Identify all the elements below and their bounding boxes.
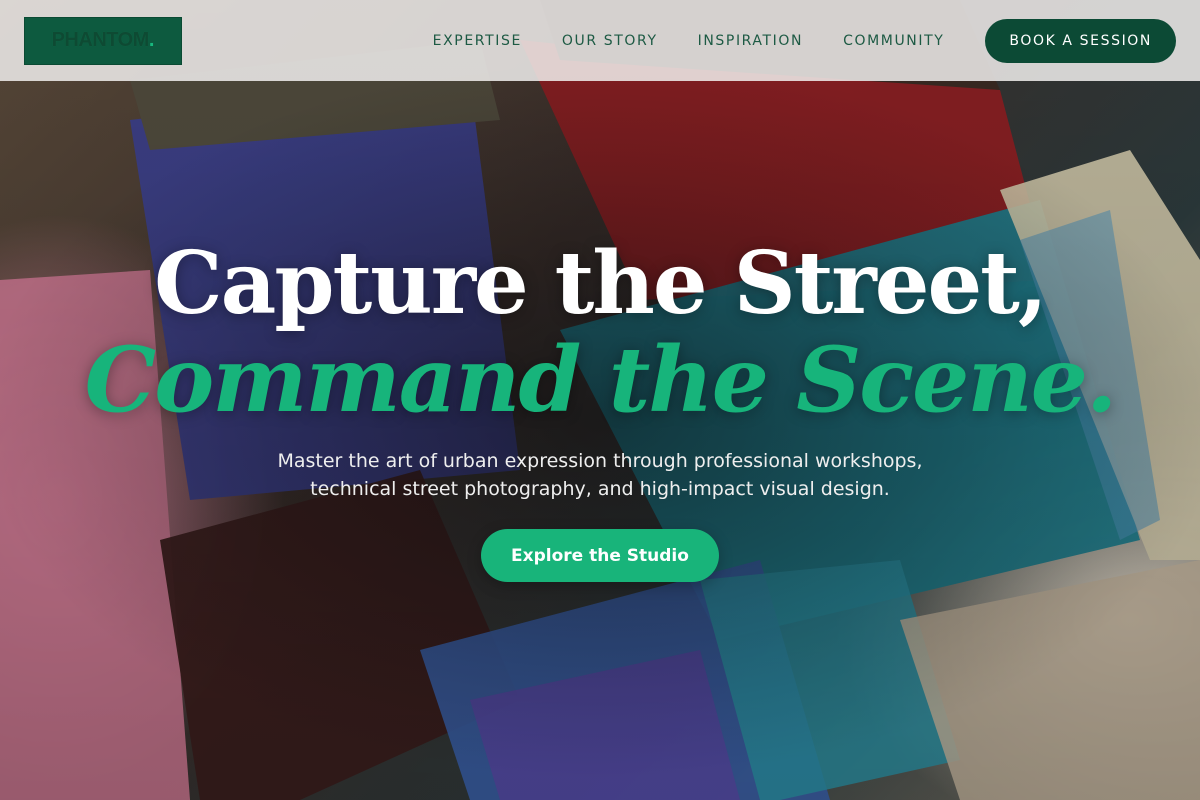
nav-link-expertise[interactable]: EXPERTISE <box>433 33 522 49</box>
hero-subtitle-line1: Master the art of urban expression throu… <box>277 450 923 472</box>
hero-headline-line1: Capture the Street, <box>154 233 1048 334</box>
site-header: PHANTOM. EXPERTISE OUR STORY INSPIRATION… <box>0 0 1200 81</box>
main-nav: EXPERTISE OUR STORY INSPIRATION COMMUNIT… <box>433 33 945 49</box>
hero-headline-line2: Command the Scene. <box>84 327 1118 433</box>
logo-text: PHANTOM <box>51 29 150 51</box>
logo[interactable]: PHANTOM. <box>24 16 182 65</box>
nav-link-inspiration[interactable]: INSPIRATION <box>698 33 803 49</box>
nav-link-community[interactable]: COMMUNITY <box>843 33 944 49</box>
nav-link-our-story[interactable]: OUR STORY <box>562 33 658 49</box>
explore-studio-button[interactable]: Explore the Studio <box>481 529 719 582</box>
hero-section: Capture the Street, Command the Scene. M… <box>0 81 1200 800</box>
hero-subtitle-line2: technical street photography, and high-i… <box>310 478 890 500</box>
book-session-button[interactable]: BOOK A SESSION <box>985 18 1176 63</box>
logo-dot: . <box>148 29 155 51</box>
hero-subtitle: Master the art of urban expression throu… <box>0 447 1200 503</box>
